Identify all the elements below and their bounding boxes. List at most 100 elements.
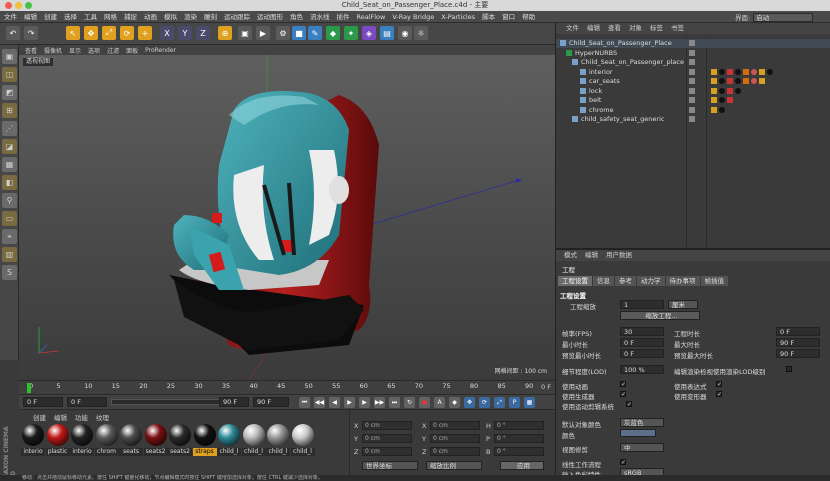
coord-value-field[interactable]: 0 cm: [362, 421, 412, 430]
material-item[interactable]: seats2: [143, 424, 168, 456]
coord-value-field[interactable]: 0 cm: [430, 447, 480, 456]
texture-mode-icon[interactable]: ◩: [2, 85, 17, 100]
coord-value-field[interactable]: 0 cm: [362, 447, 412, 456]
object-menu-item[interactable]: 书签: [671, 23, 684, 34]
z-axis-icon[interactable]: Z: [196, 26, 210, 40]
grid-icon[interactable]: ▥: [2, 247, 17, 262]
auto-key-icon[interactable]: A: [434, 397, 445, 408]
render-region-icon[interactable]: ▣: [238, 26, 252, 40]
visibility-dots[interactable]: [689, 78, 695, 84]
material-item[interactable]: seats2: [168, 424, 192, 456]
render-settings-icon[interactable]: ⚙: [276, 26, 290, 40]
menu-item[interactable]: 角色: [290, 11, 303, 23]
coord-value-field[interactable]: 0 °: [494, 434, 544, 443]
add-icon[interactable]: +: [138, 26, 152, 40]
menu-item[interactable]: 运动图形: [257, 11, 283, 23]
maximize-window-button[interactable]: [25, 2, 32, 9]
min-time-field[interactable]: 0 F: [620, 338, 664, 347]
light-icon[interactable]: ☼: [414, 26, 428, 40]
use-motion-checkbox[interactable]: ✓: [626, 401, 632, 408]
material-tag-icon[interactable]: [751, 68, 757, 75]
material-item[interactable]: seats: [119, 424, 143, 456]
material-tag-icon[interactable]: [759, 78, 765, 84]
use-animation-checkbox[interactable]: ✓: [620, 381, 626, 388]
close-window-button[interactable]: [5, 2, 12, 9]
viewport-menu-item[interactable]: 摄像机: [44, 46, 62, 55]
linear-workflow-checkbox[interactable]: ✓: [620, 459, 626, 466]
menu-item[interactable]: 插件: [337, 11, 350, 23]
material-tag-icon[interactable]: [727, 97, 733, 103]
end-frame-field[interactable]: 90 F: [253, 397, 289, 407]
array-icon[interactable]: ✦: [344, 26, 358, 40]
scale-icon[interactable]: ⤢: [102, 26, 116, 40]
cube-icon[interactable]: ■: [292, 26, 306, 40]
key-pla-icon[interactable]: ▦: [524, 397, 535, 408]
material-item[interactable]: chrom: [94, 424, 119, 456]
timeline[interactable]: 0 5 10 15 20 25 30 35 40 45 50 55 60 65 70 75 80 85 90 0 F: [19, 380, 555, 394]
rotate-icon[interactable]: ⟳: [120, 26, 134, 40]
visibility-dots[interactable]: [689, 40, 695, 46]
coord-value-field[interactable]: 0 °: [494, 447, 544, 456]
object-row[interactable]: child_safety_seat_generic: [556, 115, 830, 124]
visibility-dots[interactable]: [689, 106, 695, 113]
material-item[interactable]: interio: [70, 424, 94, 456]
viewport-menu-item[interactable]: 查看: [25, 46, 37, 55]
redo-icon[interactable]: ↷: [24, 26, 38, 40]
last-frame-icon[interactable]: ⏭: [389, 397, 400, 408]
attribute-tab[interactable]: 工程设置: [558, 276, 592, 286]
menu-item[interactable]: 雕刻: [204, 11, 217, 23]
prev-key-icon[interactable]: ◀◀: [314, 397, 325, 408]
coord-value-field[interactable]: 0 cm: [430, 421, 480, 430]
material-tag-icon[interactable]: [711, 87, 717, 94]
material-tag-icon[interactable]: [735, 78, 741, 84]
y-axis-icon[interactable]: Y: [178, 26, 192, 40]
apply-button[interactable]: 应用: [500, 461, 544, 470]
material-tag-icon[interactable]: [759, 68, 765, 75]
object-menu-item[interactable]: 标签: [650, 23, 663, 34]
current-frame-field[interactable]: 0 F: [67, 397, 107, 407]
material-item[interactable]: child_l: [290, 424, 315, 456]
material-tag-icon[interactable]: [719, 78, 725, 84]
object-menu-item[interactable]: 查看: [608, 23, 621, 34]
material-menu-item[interactable]: 编辑: [54, 412, 67, 422]
menu-item[interactable]: 脚本: [482, 11, 495, 23]
menu-item[interactable]: RealFlow: [357, 11, 386, 23]
material-menu-item[interactable]: 创建: [33, 412, 46, 422]
material-tag-icon[interactable]: [711, 97, 717, 103]
material-tag-icon[interactable]: [751, 78, 757, 84]
menu-item[interactable]: 模拟: [164, 11, 177, 23]
menu-item[interactable]: 窗口: [502, 11, 515, 23]
object-menu-item[interactable]: 编辑: [587, 23, 600, 34]
scene-icon[interactable]: ▤: [380, 26, 394, 40]
material-tag-icon[interactable]: [719, 97, 725, 103]
prev-frame-icon[interactable]: ◀: [329, 397, 340, 408]
object-row[interactable]: lock: [556, 87, 830, 96]
fps-field[interactable]: 30: [620, 327, 664, 336]
menu-item[interactable]: 文件: [4, 11, 17, 23]
attribute-menu-item[interactable]: 用户数据: [606, 250, 632, 261]
move-icon[interactable]: ✥: [84, 26, 98, 40]
menu-item[interactable]: 动画: [144, 11, 157, 23]
coord-value-field[interactable]: 0 cm: [362, 434, 412, 443]
max-time-field[interactable]: 90 F: [776, 338, 820, 347]
uv-mode-icon[interactable]: ◧: [2, 175, 17, 190]
world-coords-dropdown[interactable]: 世界坐标: [362, 461, 418, 470]
view-clip-dropdown[interactable]: 中: [620, 443, 664, 452]
viewport-menu-item[interactable]: 选项: [88, 46, 100, 55]
viewport-menu-item[interactable]: 显示: [69, 46, 81, 55]
object-row[interactable]: Child_Seat_on_Passenger_Place: [556, 39, 830, 48]
attribute-menu-item[interactable]: 模式: [564, 250, 577, 261]
visibility-dots[interactable]: [689, 87, 695, 94]
material-tag-icon[interactable]: [711, 106, 717, 113]
menu-item[interactable]: 流水线: [310, 11, 330, 23]
duration-field[interactable]: 0 F: [776, 327, 820, 336]
visibility-dots[interactable]: [689, 59, 695, 65]
material-tag-icon[interactable]: [727, 68, 733, 75]
material-tag-icon[interactable]: [711, 78, 717, 84]
menu-item[interactable]: X-Particles: [441, 11, 475, 23]
menu-item[interactable]: 运动跟踪: [224, 11, 250, 23]
material-menu-item[interactable]: 功能: [75, 412, 88, 422]
use-generator-checkbox[interactable]: ✓: [620, 391, 626, 398]
start-frame-field[interactable]: 0 F: [23, 397, 63, 407]
material-tag-icon[interactable]: [719, 68, 725, 75]
